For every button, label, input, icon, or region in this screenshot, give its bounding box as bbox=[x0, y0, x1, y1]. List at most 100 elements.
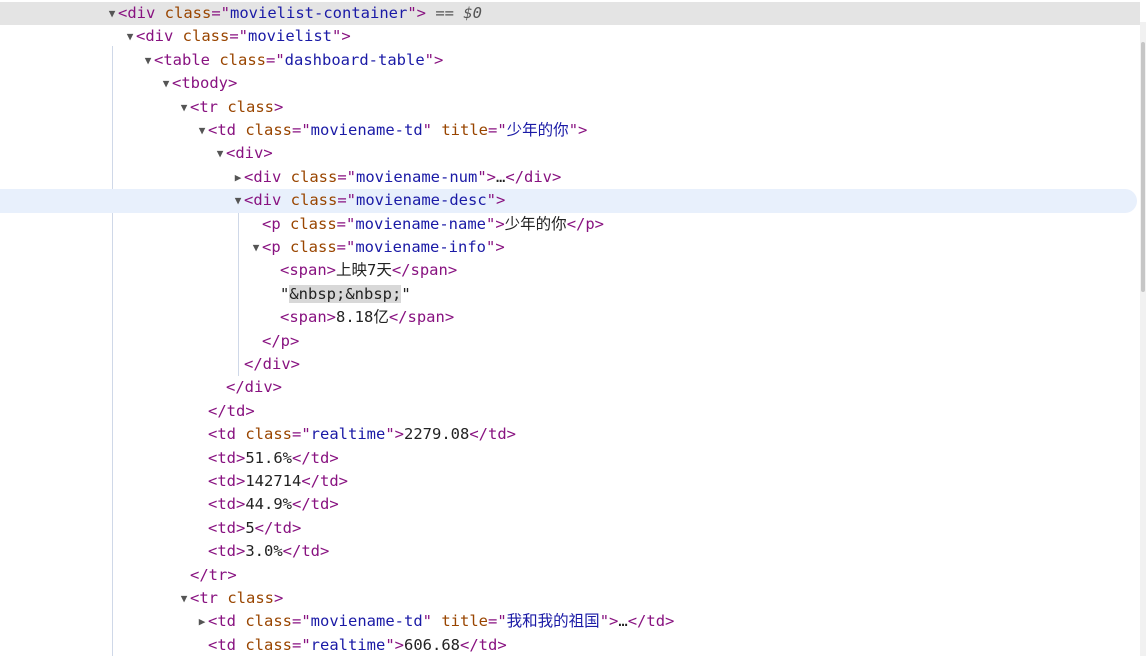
dom-node-row[interactable]: ▼ <tr class> bbox=[0, 96, 1137, 119]
node-token-tag: <div bbox=[136, 27, 183, 46]
dom-node-row[interactable]: ▼ <tbody> bbox=[0, 72, 1137, 95]
node-token-tx: … bbox=[618, 612, 628, 631]
dom-node-row[interactable]: <td>44.9%</td> bbox=[0, 493, 1137, 516]
node-token-tag: =" bbox=[292, 635, 311, 654]
node-token-an: class bbox=[227, 97, 274, 116]
node-token-tag: "> bbox=[486, 238, 505, 256]
node-token-av: realtime bbox=[310, 425, 386, 444]
expand-triangle-icon[interactable]: ▼ bbox=[142, 49, 154, 72]
dom-node-row[interactable]: </tr> bbox=[0, 564, 1137, 587]
node-token-tag: <td> bbox=[208, 542, 246, 561]
expand-triangle-icon[interactable]: ▼ bbox=[106, 2, 118, 25]
dom-node-row[interactable]: <p class="moviename-name">少年的你</p> bbox=[0, 213, 1137, 236]
dom-node-row[interactable]: <span>8.18亿</span> bbox=[0, 306, 1137, 329]
node-token-tag: =" bbox=[488, 121, 507, 139]
node-token-an: class bbox=[290, 191, 338, 210]
node-token-av: moviename-td bbox=[310, 612, 423, 631]
dom-node-row[interactable]: </p> bbox=[0, 330, 1137, 353]
dom-node-row[interactable]: ▼ <div class="movielist-container"> == $0 bbox=[0, 2, 1140, 26]
scrollbar-thumb[interactable] bbox=[1141, 42, 1145, 292]
dom-node-row[interactable]: ▼ <p class="moviename-info"> bbox=[0, 236, 1137, 259]
node-token-av: movielist bbox=[248, 27, 333, 46]
dom-node-row[interactable]: <span>上映7天</span> bbox=[0, 259, 1137, 282]
node-token-tag: "> bbox=[407, 4, 426, 22]
node-token-tag: </td> bbox=[460, 635, 507, 654]
node-token-tag: " bbox=[422, 612, 442, 631]
dom-node-row[interactable]: ▶ <div class="moviename-num">…</div> bbox=[0, 166, 1137, 189]
dom-node-row[interactable]: </div> bbox=[0, 353, 1137, 376]
expand-triangle-icon[interactable]: ▼ bbox=[124, 25, 136, 48]
node-token-tag: <div bbox=[118, 4, 165, 22]
node-token-tag: "> bbox=[385, 635, 404, 654]
node-token-tx: 少年的你 bbox=[504, 214, 567, 233]
expand-triangle-icon[interactable]: ▼ bbox=[214, 142, 226, 165]
node-token-tag: <tr bbox=[190, 589, 228, 607]
node-token-tag: <div> bbox=[226, 144, 273, 163]
node-token-an: class bbox=[245, 635, 292, 654]
node-token-tag: <td> bbox=[208, 518, 246, 537]
expand-triangle-icon[interactable]: ▼ bbox=[232, 189, 244, 212]
node-token-tag: <tbody> bbox=[172, 74, 238, 93]
node-token-tag: </td> bbox=[254, 518, 302, 537]
node-token-tag: "> bbox=[486, 214, 505, 233]
node-token-tag: <td bbox=[208, 121, 246, 139]
dom-node-row[interactable]: ▼ <td class="moviename-td" title="少年的你"> bbox=[0, 119, 1137, 142]
node-token-tag: </td> bbox=[282, 542, 330, 561]
node-token-an: title bbox=[441, 121, 488, 139]
dom-node-row[interactable]: <td>51.6%</td> bbox=[0, 447, 1137, 470]
dom-node-row[interactable]: ▶ <td class="moviename-td" title="我和我的祖国"… bbox=[0, 610, 1137, 633]
node-token-av: moviename-desc bbox=[356, 191, 487, 210]
vertical-scrollbar[interactable] bbox=[1140, 22, 1146, 656]
expand-triangle-icon[interactable]: ▼ bbox=[178, 96, 190, 119]
node-token-tx: 606.68 bbox=[404, 635, 460, 654]
node-token-an: class bbox=[219, 50, 266, 69]
elements-panel: ▼ <div class="movielist-container"> == $0… bbox=[0, 0, 1146, 656]
node-token-tag: <tr bbox=[190, 97, 228, 116]
node-token-tag: </td> bbox=[208, 401, 255, 420]
node-token-tag: </span> bbox=[388, 308, 455, 327]
node-token-tx: " bbox=[401, 284, 411, 303]
expand-triangle-icon[interactable]: ▼ bbox=[160, 72, 172, 95]
node-token-tag: </div> bbox=[226, 378, 282, 397]
node-token-tag: =" bbox=[292, 121, 311, 139]
node-token-tag: > bbox=[274, 97, 284, 116]
collapse-triangle-icon[interactable]: ▶ bbox=[196, 610, 208, 633]
node-token-tag: </span> bbox=[391, 261, 458, 280]
node-token-tag: =" bbox=[488, 612, 507, 631]
node-token-an: class bbox=[164, 4, 212, 22]
dom-node-row[interactable]: </div> bbox=[0, 376, 1137, 399]
dom-node-row[interactable]: <td class="realtime">606.68</td> bbox=[0, 634, 1137, 657]
node-token-tx: 44.9% bbox=[245, 495, 292, 514]
node-token-an: class bbox=[245, 425, 292, 444]
collapse-triangle-icon[interactable]: ▶ bbox=[232, 166, 244, 189]
node-token-an: class bbox=[290, 214, 337, 233]
dom-node-row[interactable]: ▼ <table class="dashboard-table"> bbox=[0, 49, 1137, 72]
node-token-tag: </td> bbox=[292, 448, 339, 467]
dom-node-row[interactable]: ▼ <div class="movielist"> bbox=[0, 25, 1137, 48]
node-token-tag: <td bbox=[208, 612, 246, 631]
dom-node-row[interactable]: ▼ <div class="moviename-desc"> bbox=[0, 189, 1137, 213]
dom-node-row[interactable]: <td>5</td> bbox=[0, 517, 1137, 540]
dom-node-row[interactable]: <td>142714</td> bbox=[0, 470, 1137, 493]
expand-triangle-icon[interactable]: ▼ bbox=[250, 236, 262, 259]
dom-node-row[interactable]: "&nbsp;&nbsp;" bbox=[0, 283, 1137, 306]
dom-node-row[interactable]: <td>3.0%</td> bbox=[0, 540, 1137, 563]
node-token-av: realtime bbox=[310, 635, 386, 654]
node-token-av: 我和我的祖国 bbox=[506, 612, 600, 631]
dom-node-row[interactable]: <td class="realtime">2279.08</td> bbox=[0, 423, 1137, 446]
dom-node-row[interactable]: ▼ <div> bbox=[0, 142, 1137, 165]
node-token-tx: 上映7天 bbox=[336, 261, 392, 280]
node-token-dollar: $0 bbox=[463, 4, 482, 22]
dom-node-row[interactable]: </td> bbox=[0, 400, 1137, 423]
expand-triangle-icon[interactable]: ▼ bbox=[178, 587, 190, 610]
dom-node-row[interactable]: ▼ <tr class> bbox=[0, 587, 1137, 610]
node-token-tag: <div bbox=[244, 167, 291, 186]
expand-triangle-icon[interactable]: ▼ bbox=[196, 119, 208, 142]
node-token-tag: > bbox=[274, 589, 284, 607]
node-token-tag: =" bbox=[336, 214, 356, 233]
node-token-tag: <td bbox=[208, 425, 246, 444]
node-token-tag: =" bbox=[292, 425, 311, 444]
node-token-tag: <span> bbox=[280, 261, 336, 280]
node-token-tag: "> bbox=[568, 121, 588, 139]
node-token-tag: " bbox=[422, 121, 442, 139]
